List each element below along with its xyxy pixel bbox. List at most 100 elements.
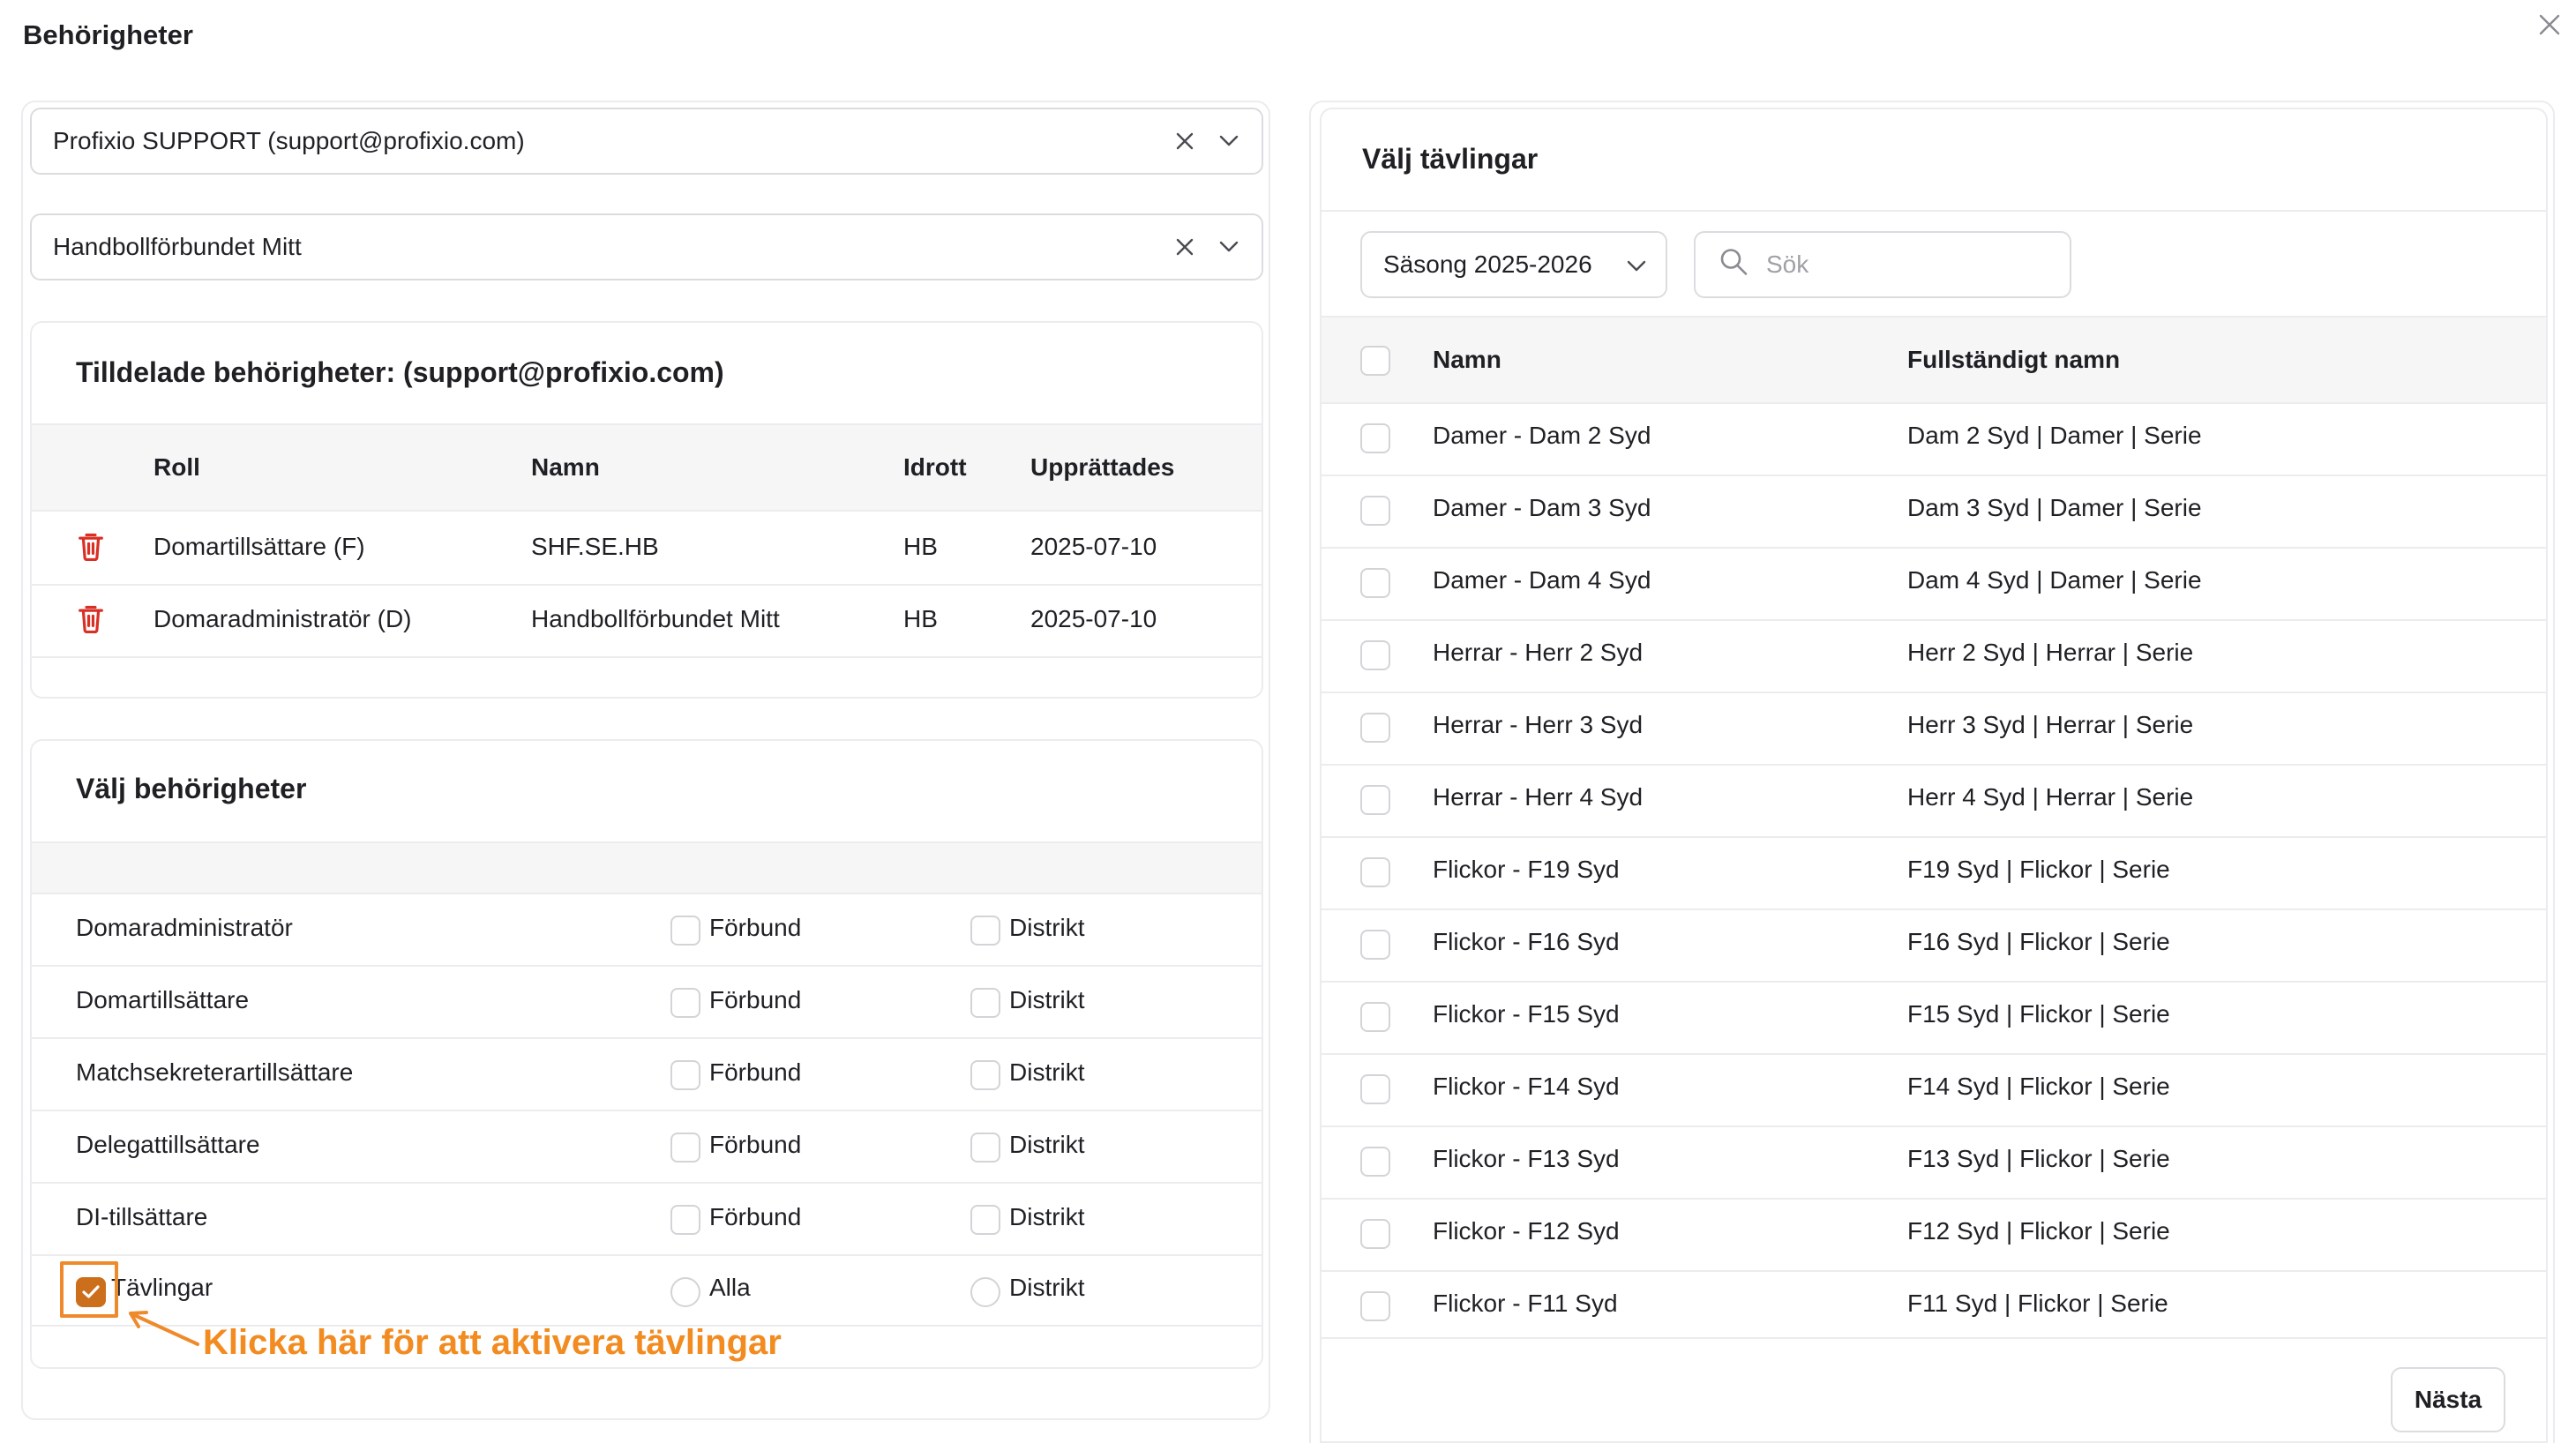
- organization-select-value: Handbollförbundet Mitt: [53, 233, 302, 260]
- cell-name: SHF.SE.HB: [531, 533, 659, 560]
- clear-organization-icon[interactable]: [1172, 234, 1198, 260]
- permissions-modal: Behörigheter Profixio SUPPORT (support@p…: [0, 0, 2576, 1443]
- competitions-title: Välj tävlingar: [1362, 143, 1539, 175]
- option-label: Distrikt: [1009, 986, 1085, 1013]
- checkbox-distrikt[interactable]: [970, 916, 1000, 946]
- trash-icon[interactable]: [78, 533, 104, 561]
- option-label: Distrikt: [1009, 1131, 1085, 1158]
- cell-fullname: F13 Syd | Flickor | Serie: [1907, 1145, 2170, 1172]
- chevron-down-icon[interactable]: [1627, 250, 1646, 279]
- option-label: Förbund: [709, 914, 802, 941]
- cell-name: Damer - Dam 4 Syd: [1433, 566, 1651, 594]
- permission-label: DI-tillsättare: [76, 1203, 208, 1230]
- cell-role: Domaradministratör (D): [154, 605, 412, 632]
- cell-name: Flickor - F14 Syd: [1433, 1073, 1620, 1100]
- season-select-value: Säsong 2025-2026: [1383, 250, 1592, 278]
- competition-checkbox[interactable]: [1360, 1219, 1390, 1249]
- radio-distrikt[interactable]: [970, 1277, 1000, 1307]
- column-header-name: Namn: [1433, 346, 1501, 373]
- option-label: Förbund: [709, 1203, 802, 1230]
- cell-name: Flickor - F15 Syd: [1433, 1000, 1620, 1028]
- user-select-value: Profixio SUPPORT (support@profixio.com): [53, 127, 525, 154]
- cell-fullname: Herr 3 Syd | Herrar | Serie: [1907, 711, 2194, 738]
- cell-fullname: F12 Syd | Flickor | Serie: [1907, 1217, 2170, 1245]
- annotation-text: Klicka här för att aktivera tävlingar: [203, 1323, 782, 1362]
- competition-checkbox[interactable]: [1360, 496, 1390, 526]
- assigned-permissions-card: Tilldelade behörigheter: (support@profix…: [30, 321, 1263, 699]
- chevron-down-icon[interactable]: [1216, 128, 1242, 154]
- cell-sport: HB: [903, 533, 938, 560]
- competition-checkbox[interactable]: [1360, 1002, 1390, 1032]
- radio-alla[interactable]: [670, 1277, 700, 1307]
- checkbox-forbund[interactable]: [670, 1205, 700, 1235]
- checkbox-forbund[interactable]: [670, 988, 700, 1018]
- checkbox-distrikt[interactable]: [970, 988, 1000, 1018]
- search-input[interactable]: [1766, 250, 2031, 279]
- search-box: [1694, 231, 2071, 298]
- organization-select[interactable]: Handbollförbundet Mitt: [30, 213, 1263, 280]
- competition-checkbox[interactable]: [1360, 1291, 1390, 1321]
- cell-fullname: F14 Syd | Flickor | Serie: [1907, 1073, 2170, 1100]
- cell-fullname: Dam 3 Syd | Damer | Serie: [1907, 494, 2202, 521]
- competition-checkbox[interactable]: [1360, 930, 1390, 960]
- column-header-role: Roll: [154, 453, 200, 481]
- cell-fullname: Herr 4 Syd | Herrar | Serie: [1907, 783, 2194, 811]
- checkbox-forbund[interactable]: [670, 1060, 700, 1090]
- option-label: Distrikt: [1009, 1203, 1085, 1230]
- column-header-name: Namn: [531, 453, 600, 481]
- cell-fullname: Herr 2 Syd | Herrar | Serie: [1907, 639, 2194, 666]
- option-label: Förbund: [709, 1131, 802, 1158]
- permission-label: Matchsekreterartillsättare: [76, 1058, 354, 1086]
- competition-checkbox[interactable]: [1360, 640, 1390, 670]
- competition-checkbox[interactable]: [1360, 857, 1390, 887]
- cell-name: Herrar - Herr 4 Syd: [1433, 783, 1644, 811]
- cell-fullname: F19 Syd | Flickor | Serie: [1907, 856, 2170, 883]
- cell-role: Domartillsättare (F): [154, 533, 365, 560]
- select-permissions-card: Välj behörigheter Domaradministratör För…: [30, 739, 1263, 1369]
- competition-checkbox[interactable]: [1360, 1074, 1390, 1104]
- option-label: Distrikt: [1009, 1058, 1085, 1086]
- column-header-created: Upprättades: [1030, 453, 1175, 481]
- checkbox-distrikt[interactable]: [970, 1060, 1000, 1090]
- cell-created: 2025-07-10: [1030, 533, 1157, 560]
- cell-name: Herrar - Herr 2 Syd: [1433, 639, 1644, 666]
- arrow-icon: [129, 1311, 199, 1346]
- checkbox-distrikt[interactable]: [970, 1205, 1000, 1235]
- competition-checkbox[interactable]: [1360, 568, 1390, 598]
- close-icon[interactable]: [2530, 5, 2569, 44]
- checkbox-distrikt[interactable]: [970, 1133, 1000, 1163]
- assigned-permissions-title: Tilldelade behörigheter: (support@profix…: [76, 356, 724, 388]
- modal-title: Behörigheter: [23, 19, 193, 50]
- competition-checkbox[interactable]: [1360, 785, 1390, 815]
- clear-user-icon[interactable]: [1172, 128, 1198, 154]
- cell-fullname: F16 Syd | Flickor | Serie: [1907, 928, 2170, 955]
- chevron-down-icon[interactable]: [1216, 234, 1242, 260]
- search-icon: [1719, 247, 1749, 283]
- permission-label: Domaradministratör: [76, 914, 293, 941]
- cell-name: Flickor - F12 Syd: [1433, 1217, 1620, 1245]
- competition-checkbox[interactable]: [1360, 713, 1390, 743]
- cell-name: Damer - Dam 2 Syd: [1433, 422, 1651, 449]
- checkbox-forbund[interactable]: [670, 916, 700, 946]
- select-permissions-title: Välj behörigheter: [76, 773, 307, 804]
- option-label: Distrikt: [1009, 914, 1085, 941]
- cell-name: Flickor - F13 Syd: [1433, 1145, 1620, 1172]
- cell-fullname: F11 Syd | Flickor | Serie: [1907, 1290, 2168, 1317]
- checkbox-forbund[interactable]: [670, 1133, 700, 1163]
- select-all-checkbox[interactable]: [1360, 346, 1390, 376]
- permission-label: Tävlingar: [111, 1274, 213, 1301]
- option-label: Alla: [709, 1274, 751, 1301]
- cell-fullname: Dam 4 Syd | Damer | Serie: [1907, 566, 2202, 594]
- user-select[interactable]: Profixio SUPPORT (support@profixio.com): [30, 108, 1263, 175]
- cell-fullname: F15 Syd | Flickor | Serie: [1907, 1000, 2170, 1028]
- next-button[interactable]: Nästa: [2391, 1367, 2505, 1432]
- competition-checkbox[interactable]: [1360, 423, 1390, 453]
- cell-name: Handbollförbundet Mitt: [531, 605, 780, 632]
- column-header-fullname: Fullständigt namn: [1907, 346, 2121, 373]
- cell-name: Flickor - F19 Syd: [1433, 856, 1620, 883]
- competition-checkbox[interactable]: [1360, 1147, 1390, 1177]
- highlight-box: [60, 1261, 118, 1318]
- trash-icon[interactable]: [78, 605, 104, 633]
- season-select[interactable]: Säsong 2025-2026: [1360, 231, 1667, 298]
- competitions-card: Välj tävlingar Namn Fullständigt namn Da…: [1320, 108, 2548, 1443]
